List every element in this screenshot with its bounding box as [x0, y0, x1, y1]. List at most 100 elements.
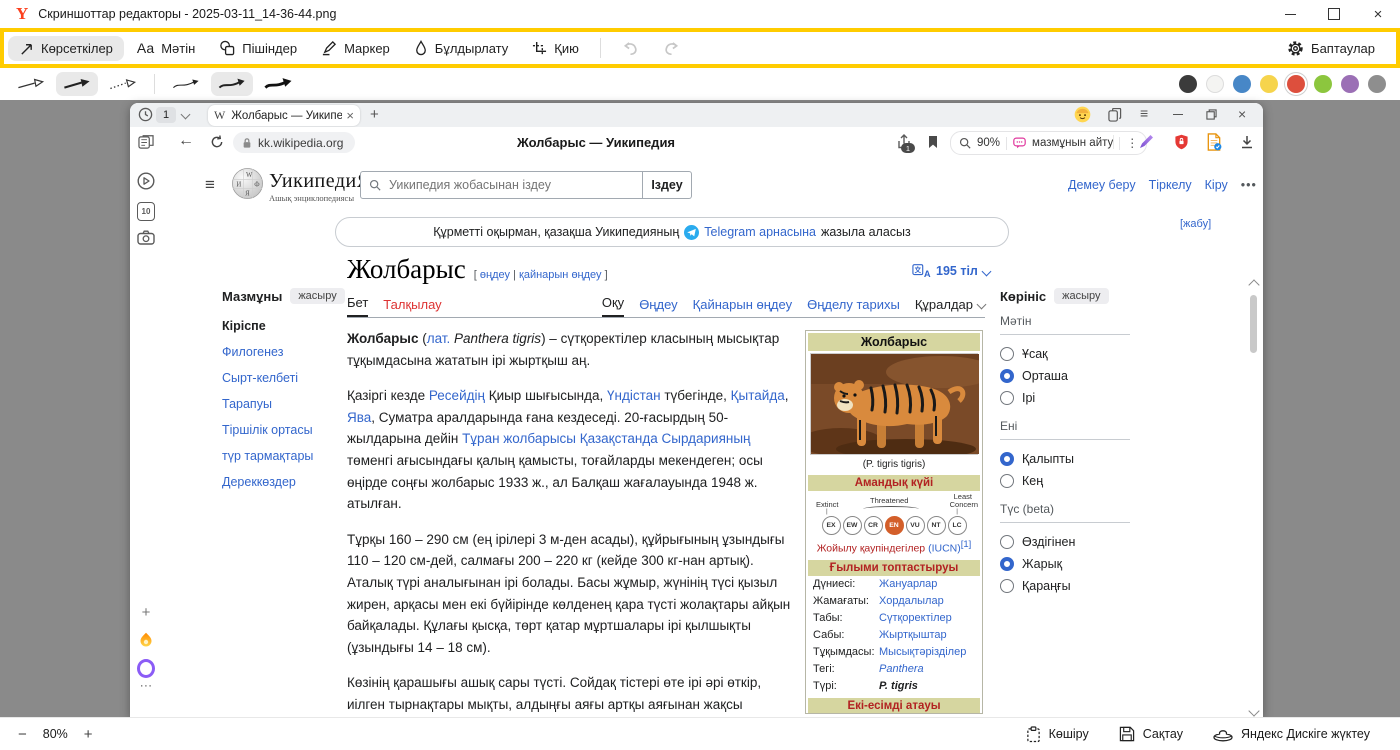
color-swatch-purple[interactable]: [1341, 75, 1359, 93]
zoom-in-button[interactable]: +: [78, 726, 99, 743]
page-scrollbar[interactable]: [1248, 281, 1259, 715]
read-aloud-label[interactable]: мазмұнын айту: [1032, 137, 1113, 149]
reload-icon[interactable]: [210, 135, 224, 149]
arrow-style-outline[interactable]: [10, 72, 52, 96]
collections-icon[interactable]: [1108, 108, 1122, 122]
scroll-down-icon[interactable]: [1248, 705, 1259, 716]
kingdom-link[interactable]: Жануарлар: [879, 578, 937, 590]
phylum-link[interactable]: Хордалылар: [879, 595, 944, 607]
status-ref[interactable]: [1]: [961, 539, 972, 550]
color-swatch-yellow[interactable]: [1260, 75, 1278, 93]
browser-tab-active[interactable]: W Жолбарыс — Уикипед ×: [208, 105, 360, 126]
text-tool-button[interactable]: Аа Мәтін: [126, 35, 206, 61]
arrows-tool-button[interactable]: Көрсеткілер: [8, 36, 124, 61]
browser-menu-icon[interactable]: ≡: [1140, 105, 1148, 121]
radio-color-light[interactable]: Жарық: [1000, 553, 1130, 575]
toc-item-references[interactable]: Дереккөздер: [222, 472, 344, 492]
class-link[interactable]: Сүтқоректілер: [879, 612, 952, 624]
maximize-button[interactable]: [1312, 0, 1356, 28]
zoom-out-button[interactable]: −: [12, 726, 33, 743]
color-swatch-black[interactable]: [1179, 75, 1197, 93]
toc-item-intro[interactable]: Кіріспе: [222, 316, 344, 336]
tab-close-icon[interactable]: ×: [346, 108, 354, 123]
sidebar-add-icon[interactable]: +: [137, 604, 155, 621]
toc-item-habitat[interactable]: Тіршілік ортасы: [222, 420, 344, 440]
language-selector[interactable]: A 195 тіл: [912, 264, 990, 278]
genus-link[interactable]: Panthera: [879, 663, 924, 675]
color-swatch-green[interactable]: [1314, 75, 1332, 93]
status-nt[interactable]: NT: [927, 516, 946, 535]
radio-color-dark[interactable]: Қараңғы: [1000, 575, 1130, 597]
redo-button[interactable]: [652, 36, 691, 61]
status-ew[interactable]: EW: [843, 516, 862, 535]
marker-tool-button[interactable]: Маркер: [310, 35, 401, 61]
adblock-shield-icon[interactable]: [1174, 134, 1189, 150]
color-swatch-gray[interactable]: [1368, 75, 1386, 93]
arrow-sketch-thick[interactable]: [257, 72, 299, 96]
pill-kebab-icon[interactable]: ⋮: [1126, 136, 1138, 150]
color-swatch-white[interactable]: [1206, 75, 1224, 93]
radio-text-standard[interactable]: Орташа: [1000, 365, 1130, 387]
sidebar-more-icon[interactable]: ⋯: [137, 678, 155, 694]
screenshot-camera-icon[interactable]: [137, 230, 155, 245]
toc-item-appearance[interactable]: Сырт-келбеті: [222, 368, 344, 388]
toc-item-distribution[interactable]: Тарапуы: [222, 394, 344, 414]
arrow-sketch-medium[interactable]: [211, 72, 253, 96]
tab-count-button[interactable]: 1: [156, 107, 176, 123]
telegram-link[interactable]: Telegram арнасына: [704, 225, 816, 239]
blur-tool-button[interactable]: Бұлдырлату: [403, 35, 519, 61]
tab-counter-badge[interactable]: 10: [137, 202, 155, 221]
wikipedia-globe-logo[interactable]: WИФЯ: [231, 167, 264, 200]
translate-doc-icon[interactable]: [1206, 133, 1222, 151]
tiger-photo[interactable]: [810, 353, 978, 455]
header-more-icon[interactable]: •••: [1241, 178, 1257, 192]
video-play-icon[interactable]: [137, 172, 155, 190]
address-bar[interactable]: kk.wikipedia.org: [233, 132, 355, 153]
wiki-menu-icon[interactable]: ≡: [205, 175, 215, 195]
search-box[interactable]: [360, 171, 643, 199]
browser-close-icon[interactable]: ×: [1238, 106, 1246, 122]
toc-item-subspecies[interactable]: түр тармақтары: [222, 446, 344, 466]
scrollbar-thumb[interactable]: [1250, 295, 1257, 353]
close-button[interactable]: ×: [1356, 0, 1400, 28]
zoom-magnifier-icon[interactable]: [959, 137, 971, 149]
status-vu[interactable]: VU: [906, 516, 925, 535]
copy-button[interactable]: Көшіру: [1026, 726, 1089, 743]
tab-page[interactable]: Бет: [347, 295, 368, 317]
tabs-chevron-down-icon[interactable]: [181, 110, 191, 120]
status-lc[interactable]: LC: [948, 516, 967, 535]
radio-width-wide[interactable]: Кең: [1000, 470, 1130, 492]
page-zoom-value[interactable]: 90%: [977, 137, 1000, 149]
donate-link[interactable]: Демеу беру: [1068, 178, 1136, 192]
tab-tools[interactable]: Құралдар: [915, 297, 985, 317]
download-icon[interactable]: [1240, 135, 1254, 149]
radio-color-auto[interactable]: Өздігінен: [1000, 531, 1130, 553]
share-icon[interactable]: 1: [896, 134, 912, 150]
register-link[interactable]: Тіркелу: [1149, 178, 1192, 192]
profile-avatar[interactable]: [1074, 106, 1091, 123]
status-ex[interactable]: EX: [822, 516, 841, 535]
status-cr[interactable]: CR: [864, 516, 883, 535]
alice-assistant-icon[interactable]: [137, 659, 155, 678]
history-clock-icon[interactable]: [138, 107, 153, 122]
color-swatch-red-selected[interactable]: [1287, 75, 1305, 93]
tab-read[interactable]: Оқу: [602, 295, 624, 317]
editor-canvas[interactable]: 1 W Жолбарыс — Уикипед × + ≡: [0, 100, 1400, 718]
banner-close-link[interactable]: [жабу]: [1180, 218, 1211, 230]
arrow-style-solid[interactable]: [56, 72, 98, 96]
arrow-sketch-thin[interactable]: [165, 72, 207, 96]
undo-button[interactable]: [611, 36, 650, 61]
appearance-hide-button[interactable]: жасыру: [1054, 288, 1108, 304]
settings-button[interactable]: Баптаулар: [1276, 35, 1386, 62]
arrow-style-dashed[interactable]: [102, 72, 144, 96]
pen-extension-icon[interactable]: [1138, 134, 1154, 150]
title-edit-links[interactable]: [ өңдеу | қайнарын өңдеу ]: [474, 269, 608, 281]
sidebar-toggle-icon[interactable]: [138, 135, 154, 150]
shapes-tool-button[interactable]: Пішіндер: [208, 35, 308, 61]
games-icon[interactable]: [137, 632, 155, 648]
radio-text-large[interactable]: Ірі: [1000, 387, 1130, 409]
toc-item-phylogenesis[interactable]: Филогенез: [222, 342, 344, 362]
browser-minimize-icon[interactable]: [1173, 114, 1183, 115]
radio-width-standard[interactable]: Қалыпты: [1000, 448, 1130, 470]
status-en-active[interactable]: EN: [885, 516, 904, 535]
